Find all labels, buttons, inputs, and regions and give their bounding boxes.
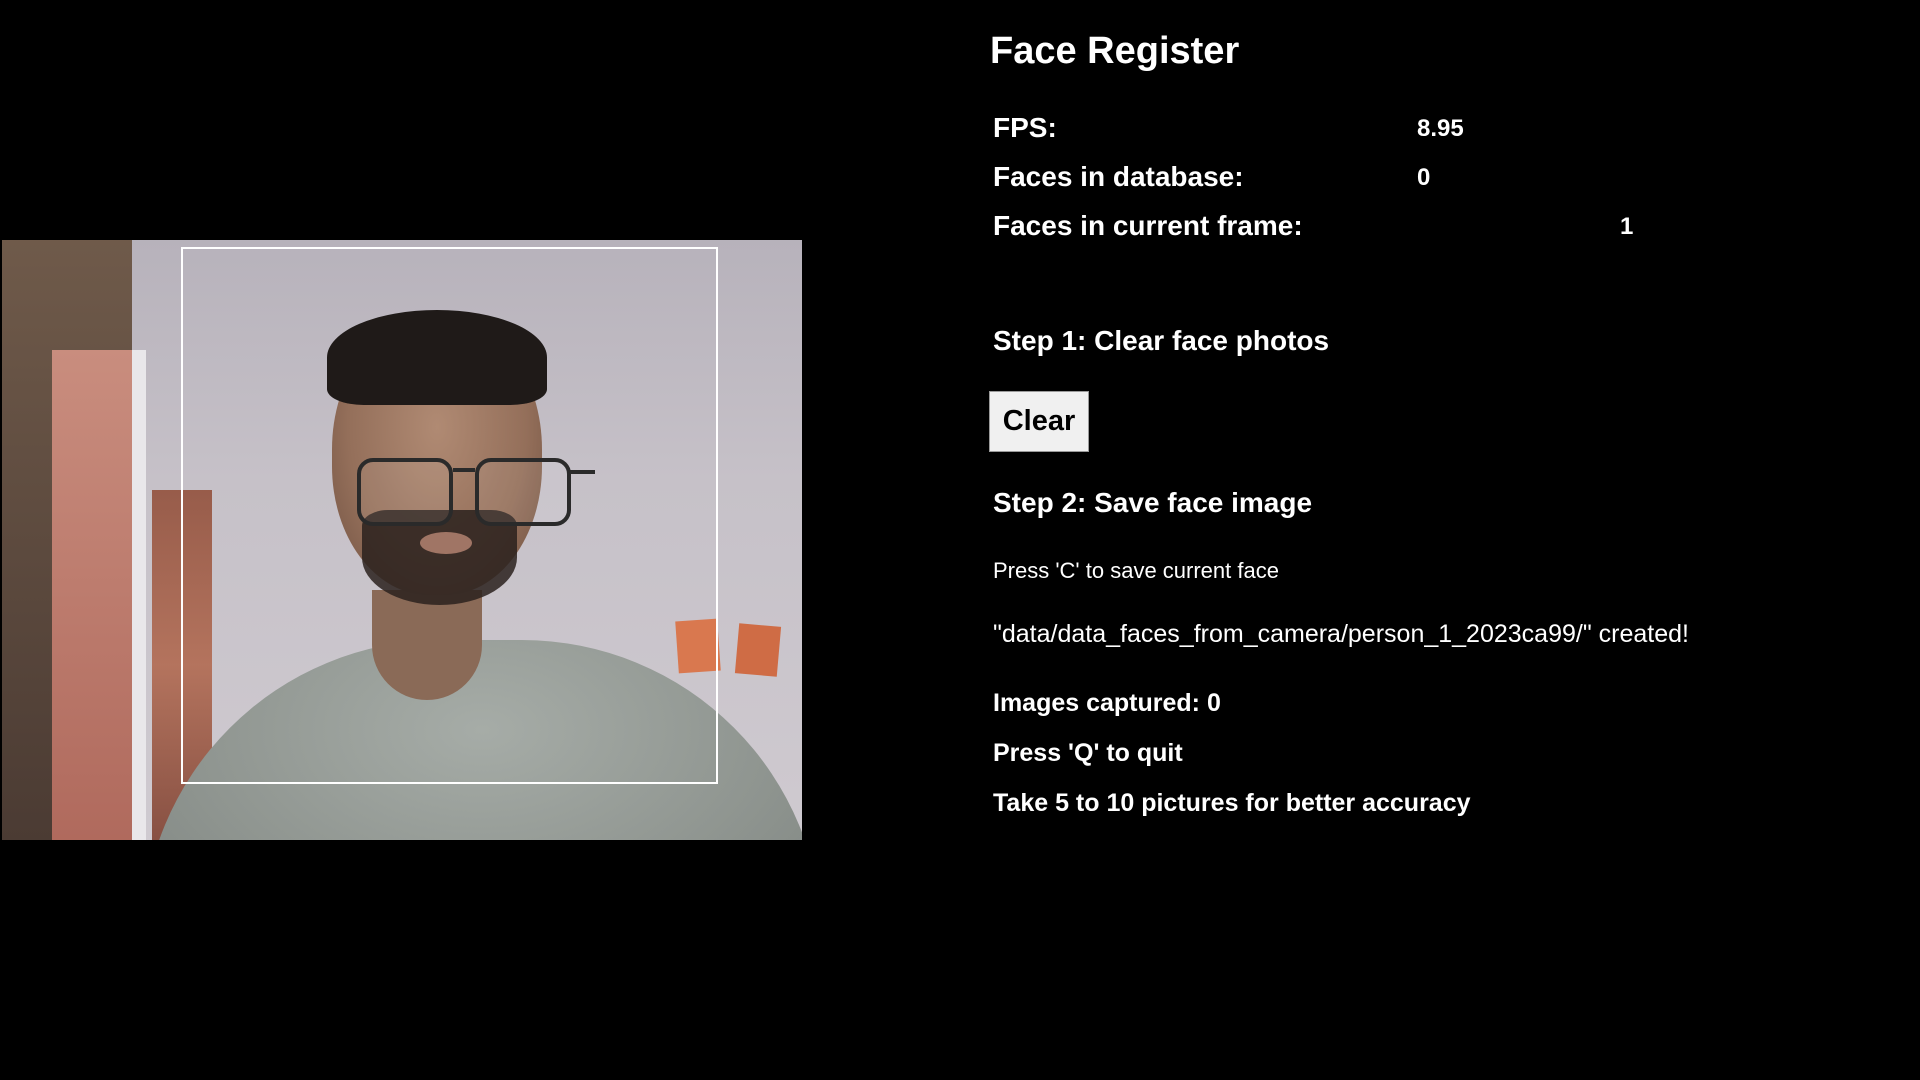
step2-heading: Step 2: Save face image [993,487,1313,518]
camera-door-opening [52,350,146,840]
fps-value: 8.95 [1417,115,1464,142]
quit-hint: Press 'Q' to quit [993,739,1183,767]
fps-label: FPS: [993,112,1057,143]
faces-in-database-label: Faces in database: [993,161,1244,192]
faces-in-database-value: 0 [1417,164,1431,191]
folder-created-message: "data/data_faces_from_camera/person_1_20… [993,620,1689,648]
save-face-hint: Press 'C' to save current face [993,558,1279,583]
page-title: Face Register [990,30,1240,72]
faces-in-frame-value: 1 [1620,213,1634,240]
face-register-app: Face Register FPS: 8.95 Faces in databas… [0,0,1920,1080]
clear-button[interactable]: Clear [989,391,1089,452]
step1-heading: Step 1: Clear face photos [993,325,1330,356]
faces-in-frame-label: Faces in current frame: [993,210,1303,241]
camera-wall-poster [734,623,782,677]
camera-feed [2,240,802,840]
face-detection-box [181,247,718,784]
accuracy-tip: Take 5 to 10 pictures for better accurac… [993,789,1471,817]
images-captured-count: Images captured: 0 [993,689,1221,717]
